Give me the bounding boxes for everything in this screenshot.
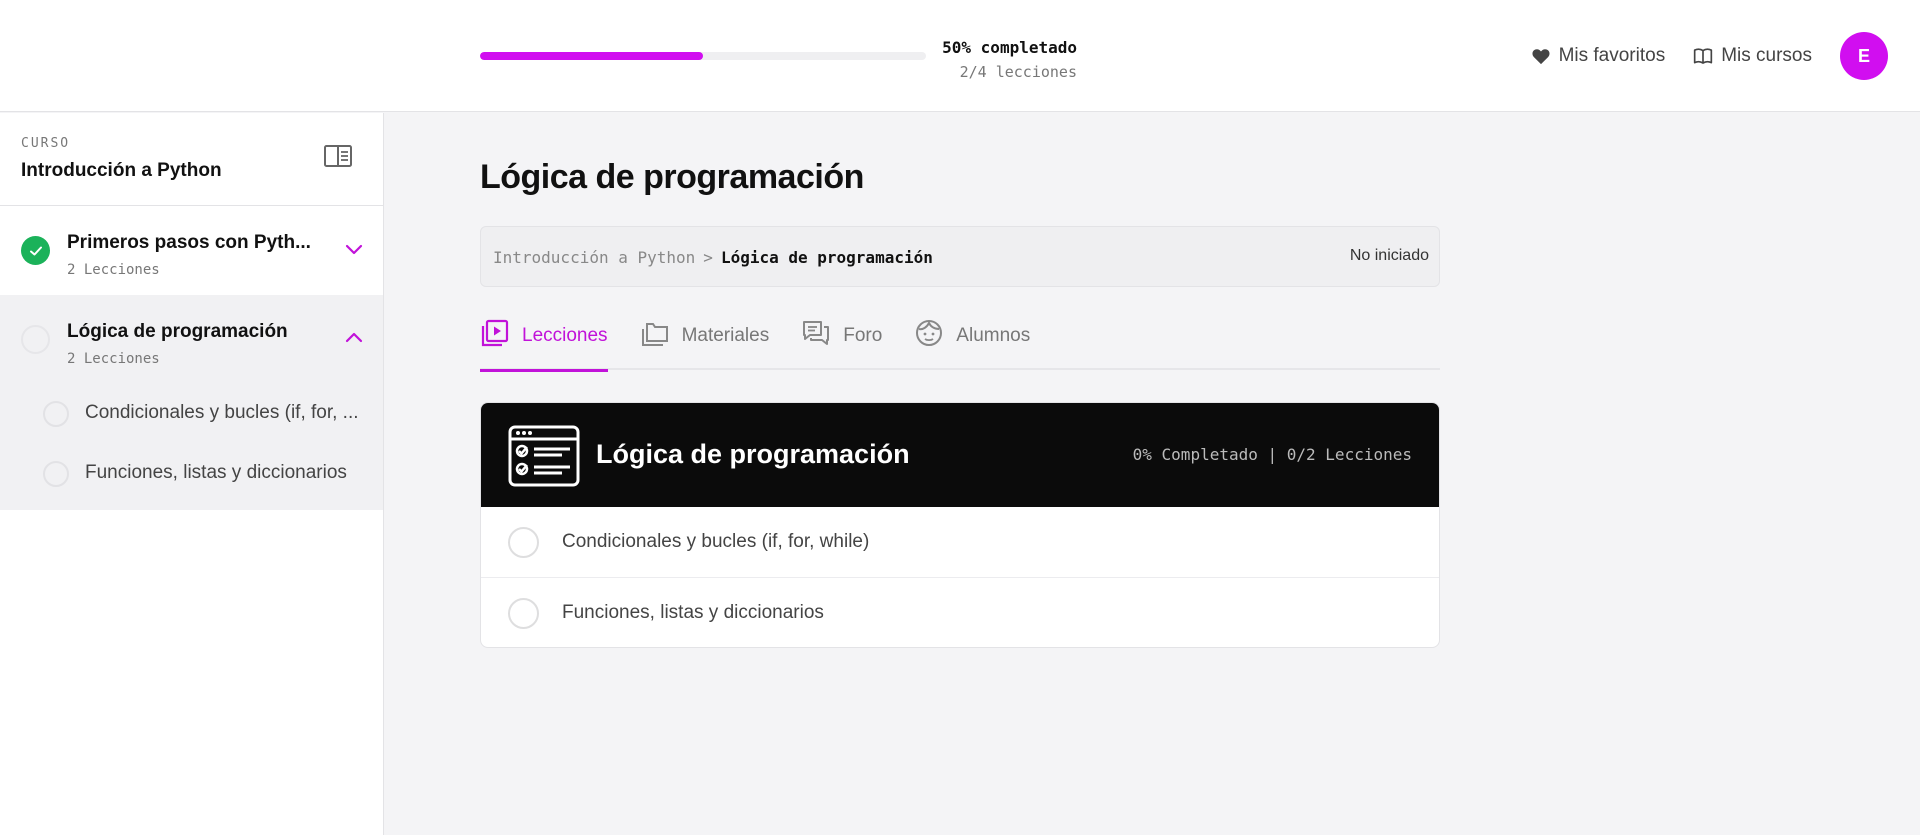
module-card-title: Lógica de programación xyxy=(596,439,910,469)
chevron-down-icon[interactable] xyxy=(344,242,364,261)
favorites-label: Mis favoritos xyxy=(1558,45,1666,66)
lesson-status-circle-icon xyxy=(43,461,69,487)
student-face-icon xyxy=(916,320,943,346)
lesson-status-circle-icon xyxy=(508,598,539,629)
lesson-label: Condicionales y bucles (if, for, ... xyxy=(85,402,359,423)
course-sidebar: CURSO Introducción a Python Primeros pas… xyxy=(0,113,384,835)
module-lessons-list: Condicionales y bucles (if, for, ... Fun… xyxy=(0,384,383,510)
sidebar-module-logica[interactable]: Lógica de programación 2 Lecciones xyxy=(0,295,383,384)
status-badge: No iniciado xyxy=(1349,247,1429,264)
check-circle-icon xyxy=(21,236,50,265)
lesson-status-circle-icon xyxy=(508,527,539,558)
module-lesson-count: 2 Lecciones xyxy=(67,262,160,278)
user-avatar[interactable]: E xyxy=(1840,32,1888,80)
top-header: 50% completado 2/4 lecciones Mis favorit… xyxy=(0,0,1920,112)
course-progress-bar xyxy=(480,52,926,60)
folder-icon xyxy=(641,323,668,346)
progress-percent: 50% completado xyxy=(942,38,1077,57)
favorites-link[interactable]: Mis favoritos xyxy=(1531,45,1666,67)
sidebar-module-primeros-pasos[interactable]: Primeros pasos con Pyth... 2 Lecciones xyxy=(0,206,383,295)
module-title: Lógica de programación xyxy=(67,321,288,342)
tab-materiales[interactable]: Materiales xyxy=(640,318,770,370)
course-title: Introducción a Python xyxy=(21,160,222,181)
lesson-title: Funciones, listas y diccionarios xyxy=(562,602,824,623)
module-lesson-count: 2 Lecciones xyxy=(67,351,160,367)
heart-icon xyxy=(1532,49,1550,65)
chevron-up-icon[interactable] xyxy=(344,331,364,350)
header-actions: Mis favoritos Mis cursos E xyxy=(1531,32,1888,80)
lesson-title: Condicionales y bucles (if, for, while) xyxy=(562,531,870,552)
tab-label: Foro xyxy=(843,325,883,346)
page-title: Lógica de programación xyxy=(480,158,864,196)
module-card: Lógica de programación 0% Completado | 0… xyxy=(480,402,1440,648)
course-progress-fill xyxy=(480,52,703,60)
breadcrumb-root[interactable]: Introducción a Python xyxy=(493,248,695,267)
lesson-row[interactable]: Funciones, listas y diccionarios xyxy=(481,578,1439,647)
lesson-label: Funciones, listas y diccionarios xyxy=(85,462,347,483)
tab-label: Lecciones xyxy=(522,325,608,346)
tab-label: Alumnos xyxy=(956,325,1031,346)
tab-lecciones[interactable]: Lecciones xyxy=(480,318,608,372)
tab-foro[interactable]: Foro xyxy=(801,318,882,370)
tab-label: Materiales xyxy=(681,325,770,346)
book-icon xyxy=(1694,48,1713,64)
sidebar-lesson-item[interactable]: Funciones, listas y diccionarios xyxy=(0,444,383,504)
progress-text: 50% completado 2/4 lecciones xyxy=(940,38,1077,81)
status-circle-icon xyxy=(21,325,50,354)
progress-count: 2/4 lecciones xyxy=(959,63,1077,81)
module-title: Primeros pasos con Pyth... xyxy=(67,232,311,253)
my-courses-link[interactable]: Mis cursos xyxy=(1693,45,1812,67)
lesson-status-circle-icon xyxy=(43,401,69,427)
checklist-window-icon xyxy=(508,425,580,492)
sidebar-lesson-item[interactable]: Condicionales y bucles (if, for, ... xyxy=(0,384,383,444)
module-card-progress: 0% Completado | 0/2 Lecciones xyxy=(1132,445,1412,464)
play-list-icon xyxy=(481,319,509,347)
content-tabs: Lecciones Materiales Foro Alumnos xyxy=(480,318,1440,372)
sidebar-toggle-icon[interactable] xyxy=(324,145,352,172)
lesson-row[interactable]: Condicionales y bucles (if, for, while) xyxy=(481,507,1439,578)
breadcrumb-separator: > xyxy=(703,248,713,267)
course-kicker: CURSO xyxy=(21,136,71,151)
breadcrumb: Introducción a Python > Lógica de programa… xyxy=(493,248,933,267)
forum-icon xyxy=(803,321,830,345)
module-card-header: Lógica de programación 0% Completado | 0… xyxy=(481,403,1439,507)
my-courses-label: Mis cursos xyxy=(1721,45,1812,66)
course-header: CURSO Introducción a Python xyxy=(0,113,383,206)
breadcrumb-bar: Introducción a Python > Lógica de programa… xyxy=(480,226,1440,287)
breadcrumb-current: Lógica de programación xyxy=(720,248,933,267)
tab-alumnos[interactable]: Alumnos xyxy=(914,318,1030,370)
